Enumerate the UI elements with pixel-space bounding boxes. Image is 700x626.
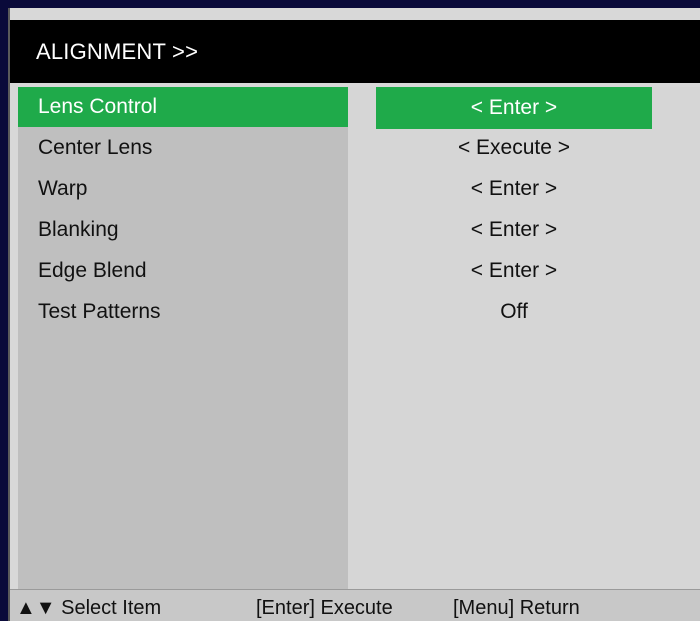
menu-item-edge-blend[interactable]: Edge Blend < Enter > <box>18 251 700 291</box>
menu-item-label: Test Patterns <box>38 300 161 323</box>
menu-item-label: Warp <box>38 177 88 200</box>
menu-item-lens-control[interactable]: Lens Control < Enter > <box>18 87 700 129</box>
menu-item-value[interactable]: < Enter > <box>376 210 652 250</box>
menu-item-label: Center Lens <box>38 136 153 159</box>
menu-item-label: Blanking <box>38 218 119 241</box>
menu-item-value[interactable]: < Enter > <box>376 251 652 291</box>
menu-item-label: Edge Blend <box>38 259 147 282</box>
menu-item-test-patterns[interactable]: Test Patterns Off <box>18 292 700 332</box>
menu-item-value[interactable]: < Enter > <box>376 87 652 129</box>
menu-item-value[interactable]: Off <box>376 292 652 332</box>
menu-item-label: Lens Control <box>18 87 348 127</box>
menu-item-center-lens[interactable]: Center Lens < Execute > <box>18 128 700 168</box>
menu-item-warp[interactable]: Warp < Enter > <box>18 169 700 209</box>
menu-item-blanking[interactable]: Blanking < Enter > <box>18 210 700 250</box>
osd-menu: ALIGNMENT >> Lens Control < Enter > Cent… <box>0 0 700 621</box>
menu-title: ALIGNMENT >> <box>10 20 700 83</box>
menu-item-value[interactable]: < Execute > <box>376 128 652 168</box>
menu-item-value[interactable]: < Enter > <box>376 169 652 209</box>
footer-hint-bar: ▲▼ Select Item [Enter] Execute [Menu] Re… <box>10 589 700 621</box>
